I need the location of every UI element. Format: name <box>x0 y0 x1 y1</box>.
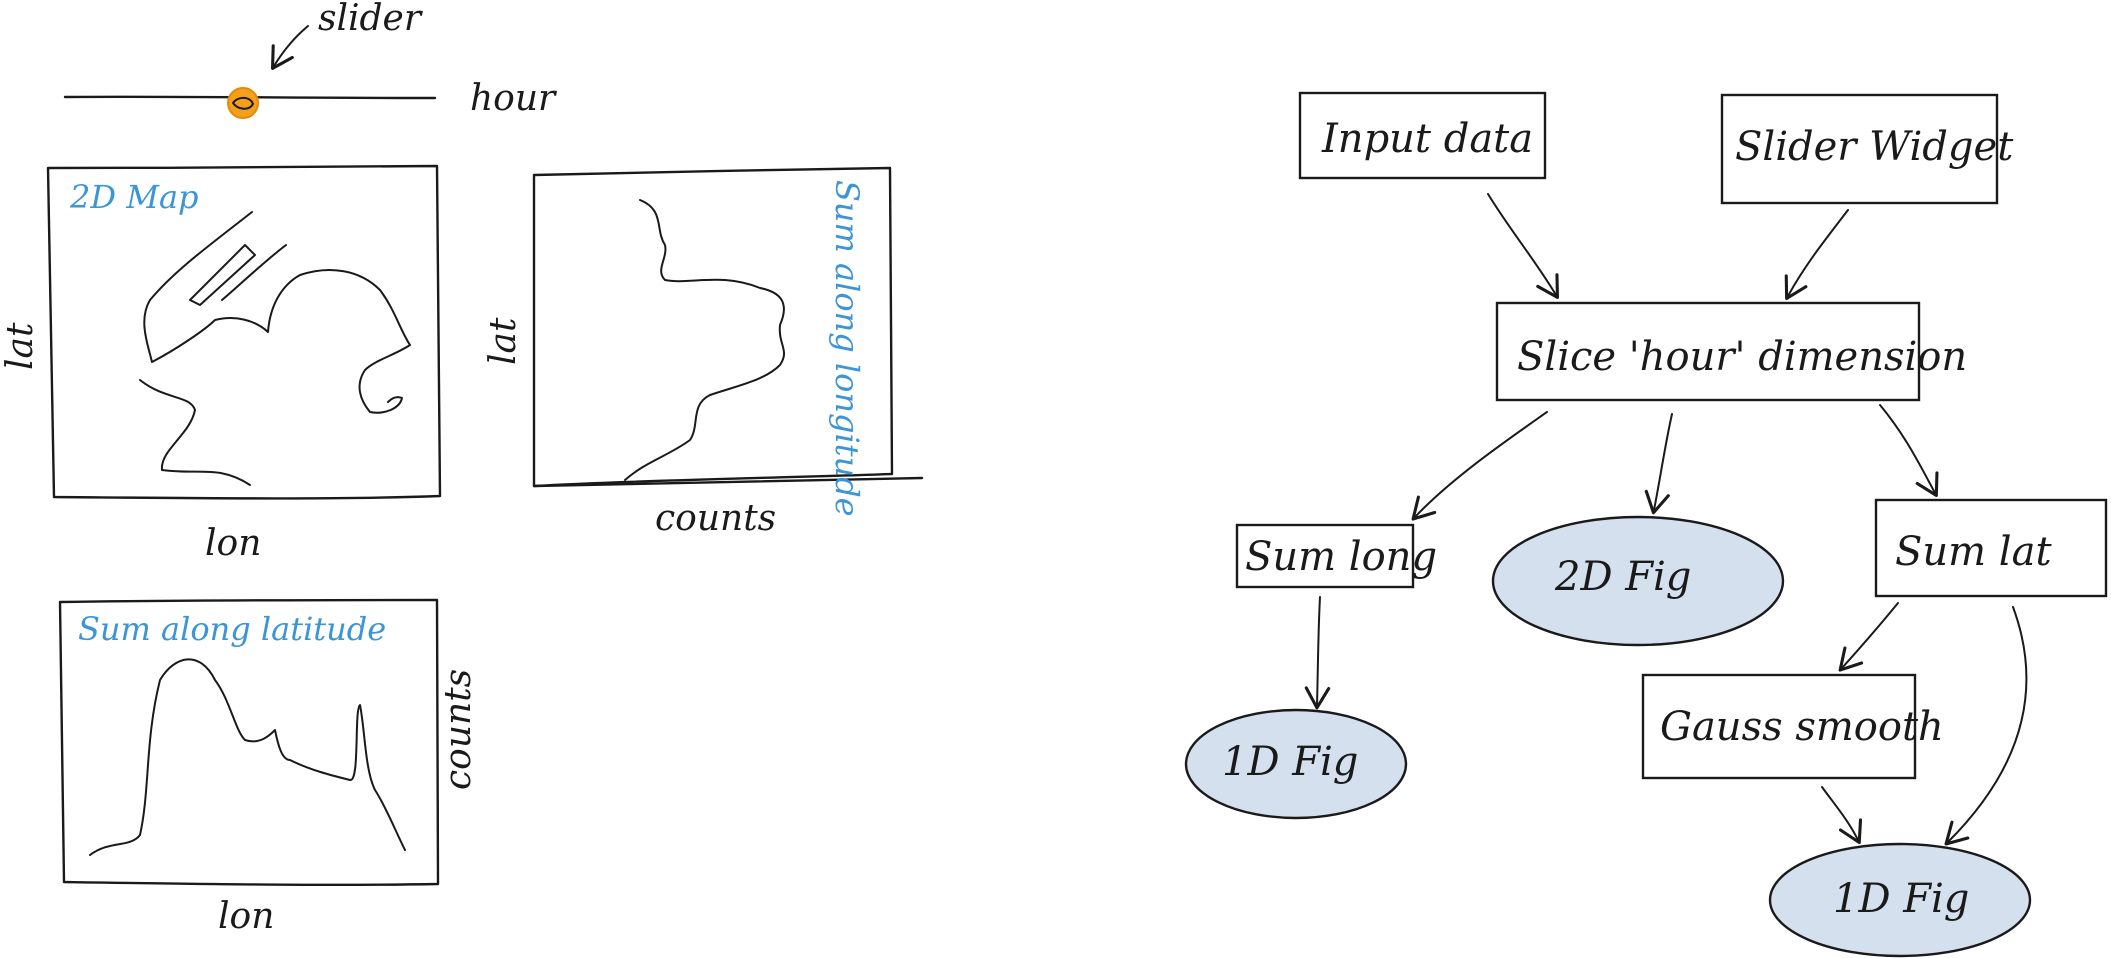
node-slice-hour-label: Slice 'hour' dimension <box>1517 334 1967 380</box>
node-sum-long-label: Sum long <box>1245 534 1437 580</box>
node-slice-hour: Slice 'hour' dimension <box>1495 301 1967 402</box>
node-slider-widget: Slider Widget <box>1720 93 2014 205</box>
lon-sum-title: Sum along longitude <box>828 180 866 517</box>
map-xlabel: lon <box>205 523 261 564</box>
lat-sum-curve <box>89 658 406 856</box>
edge-slider-to-slice <box>1784 209 1849 300</box>
lat-sum-xlabel: lon <box>218 896 274 937</box>
node-gauss-smooth-label: Gauss smooth <box>1660 704 1944 750</box>
ui-sketch: slider hour 2D Map lat lon Sum along lon… <box>0 0 924 937</box>
lat-sum-ylabel: counts <box>438 669 479 790</box>
sketch-canvas: slider hour 2D Map lat lon Sum along lon… <box>0 0 2108 958</box>
map-ylabel: lat <box>0 322 41 370</box>
node-1d-fig-left-label: 1D Fig <box>1222 739 1358 785</box>
node-1d-fig-right-label: 1D Fig <box>1833 876 1969 922</box>
edge-sumlat-to-1dfig <box>1944 606 2028 846</box>
node-input-data: Input data <box>1298 91 1547 180</box>
edge-input-to-slice <box>1487 193 1559 299</box>
node-sum-lat: Sum lat <box>1874 498 2108 598</box>
flow-diagram: Input data Slider Widget Slice 'hour' di… <box>1184 91 2108 958</box>
hour-label: hour <box>470 78 557 119</box>
node-2d-fig: 2D Fig <box>1491 515 1785 647</box>
slider-annotation: slider <box>318 0 423 39</box>
node-sum-long: Sum long <box>1235 523 1437 589</box>
map-title: 2D Map <box>69 178 199 216</box>
node-2d-fig-label: 2D Fig <box>1554 554 1691 600</box>
lon-sum-ylabel: lat <box>483 317 524 365</box>
node-1d-fig-right: 1D Fig <box>1768 842 2032 958</box>
lat-sum-panel: Sum along latitude counts lon <box>58 598 479 937</box>
map-coastline <box>143 211 411 414</box>
edge-gauss-to-1dfig <box>1821 786 1863 845</box>
hour-slider[interactable] <box>63 87 437 119</box>
edge-slice-to-2dfig <box>1644 413 1673 515</box>
lon-sum-curve <box>624 199 785 481</box>
lat-sum-title: Sum along latitude <box>78 610 386 648</box>
node-sum-lat-label: Sum lat <box>1895 529 2052 575</box>
node-slider-widget-label: Slider Widget <box>1735 124 2014 170</box>
map-panel: 2D Map lat lon <box>0 164 442 564</box>
edge-sumlat-to-gauss <box>1838 602 1899 672</box>
node-input-data-label: Input data <box>1321 116 1533 162</box>
slider-pointer-arrow <box>270 25 309 70</box>
node-1d-fig-left: 1D Fig <box>1184 708 1408 820</box>
lon-sum-xlabel: counts <box>655 498 776 539</box>
node-gauss-smooth: Gauss smooth <box>1641 673 1944 780</box>
map-coastline-2 <box>139 379 251 486</box>
edge-slice-to-sumlong <box>1411 411 1548 521</box>
edge-sumlong-to-1dfig <box>1304 596 1331 710</box>
lon-sum-panel: Sum along longitude lat counts <box>483 166 924 539</box>
edge-slice-to-sumlat <box>1879 404 1939 498</box>
